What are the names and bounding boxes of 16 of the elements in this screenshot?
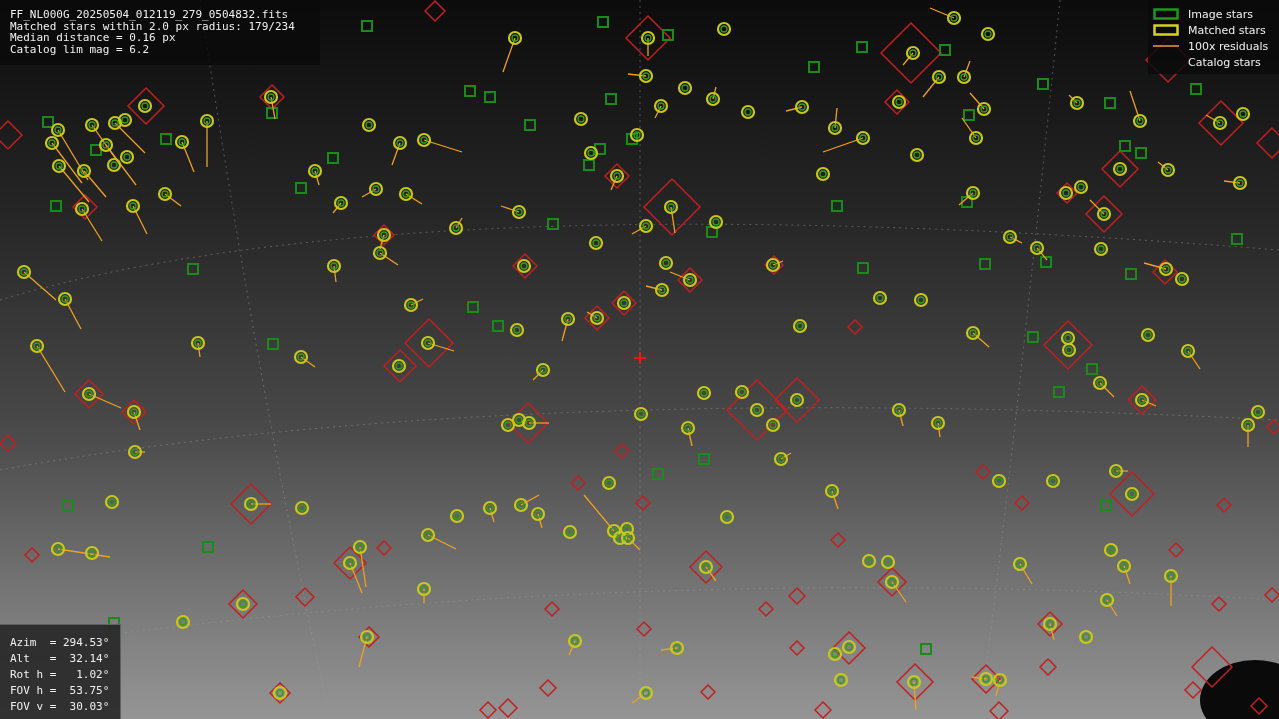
image-star-marker-icon	[1153, 8, 1179, 20]
legend-label: Image stars	[1188, 7, 1253, 21]
legend-label: Matched stars	[1188, 23, 1266, 37]
legend-label: 100x residuals	[1188, 39, 1269, 53]
info-text: FF_NL000G_20250504_012119_279_0504832.fits	[10, 9, 290, 21]
info-text: Median distance = 0.16 px	[10, 32, 176, 44]
pointing-text: FOV h = 53.75°	[10, 683, 110, 699]
residual-line-icon	[1153, 44, 1179, 48]
pointing-text: Azim = 294.53°	[10, 635, 110, 651]
pointing-text: Rot h = 1.02°	[10, 667, 110, 683]
info-text: Catalog lim mag = 6.2	[10, 43, 151, 56]
legend-label: Catalog stars	[1188, 55, 1261, 69]
pointing-text: FOV v = 30.03°	[10, 699, 110, 715]
matched-star-marker-icon	[1153, 24, 1179, 36]
pointing-text: Alt = 32.14°	[10, 651, 110, 667]
info-text: Matched stars within 2.0 px radius: 179/234	[10, 20, 296, 33]
